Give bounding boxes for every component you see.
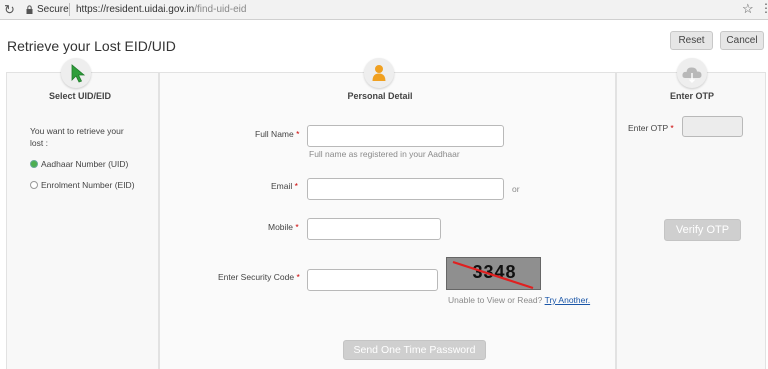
reset-button[interactable]: Reset (670, 31, 713, 50)
email-input[interactable] (307, 178, 504, 200)
retrieve-question-line1: You want to retrieve your (30, 126, 124, 136)
full-name-label: Full Name * (255, 129, 299, 139)
select-step-title: Select UID/EID (48, 91, 112, 101)
url-host: https://resident.uidai.gov.in (76, 4, 195, 15)
mobile-label: Mobile * (268, 222, 299, 232)
otp-label: Enter OTP * (628, 123, 674, 133)
otp-step-circle (677, 58, 707, 88)
email-label-text: Email (271, 181, 293, 191)
personal-step-circle (364, 58, 394, 88)
cloud-icon (682, 67, 702, 83)
required-mark: * (296, 272, 300, 282)
otp-label-text: Enter OTP (628, 123, 668, 133)
required-mark: * (294, 181, 298, 191)
select-step-circle (61, 58, 91, 88)
cancel-button[interactable]: Cancel (720, 31, 764, 50)
radio-uid-label[interactable]: Aadhaar Number (UID) (41, 159, 128, 169)
security-code-label-text: Enter Security Code (218, 272, 295, 282)
email-label: Email * (271, 181, 298, 191)
captcha-image: 3348 (446, 257, 541, 290)
browser-address-bar: ↻ Secure https://resident.uidai.gov.in/f… (0, 0, 768, 20)
full-name-label-text: Full Name (255, 129, 294, 139)
verify-otp-button[interactable]: Verify OTP (664, 219, 741, 241)
security-code-input[interactable] (307, 269, 438, 291)
required-mark: * (296, 129, 300, 139)
required-mark: * (295, 222, 299, 232)
radio-uid[interactable] (30, 160, 38, 168)
personal-step-title: Personal Detail (347, 91, 413, 101)
mobile-input[interactable] (307, 218, 441, 240)
page-title: Retrieve your Lost EID/UID (7, 38, 176, 54)
address-separator (69, 3, 70, 16)
security-code-label: Enter Security Code * (218, 272, 300, 282)
cursor-icon (71, 64, 86, 83)
try-another-link[interactable]: Try Another. (545, 295, 591, 305)
url-path: /find-uid-eid (194, 4, 247, 15)
bookmark-star-icon[interactable]: ☆ (742, 1, 754, 17)
captcha-strike-line (452, 260, 534, 290)
lock-icon (26, 5, 33, 14)
send-otp-button[interactable]: Send One Time Password (343, 340, 486, 360)
otp-input[interactable] (682, 116, 743, 137)
reload-icon[interactable]: ↻ (4, 2, 15, 18)
required-mark: * (670, 123, 674, 133)
full-name-hint: Full name as registered in your Aadhaar (309, 149, 460, 159)
person-icon (372, 65, 386, 81)
captcha-help: Unable to View or Read? Try Another. (448, 295, 590, 305)
radio-eid[interactable] (30, 181, 38, 189)
mobile-label-text: Mobile (268, 222, 294, 232)
full-name-input[interactable] (307, 125, 504, 147)
otp-step-title: Enter OTP (669, 91, 714, 101)
or-text: or (512, 184, 520, 194)
url-field[interactable]: https://resident.uidai.gov.in/find-uid-e… (76, 4, 246, 15)
radio-eid-label[interactable]: Enrolment Number (EID) (41, 180, 135, 190)
menu-kebab-icon[interactable]: ⋮ (760, 1, 768, 15)
select-uid-panel (6, 72, 159, 369)
captcha-help-text: Unable to View or Read? (448, 295, 543, 305)
secure-label: Secure (37, 4, 69, 15)
retrieve-question-line2: lost : (30, 138, 48, 148)
